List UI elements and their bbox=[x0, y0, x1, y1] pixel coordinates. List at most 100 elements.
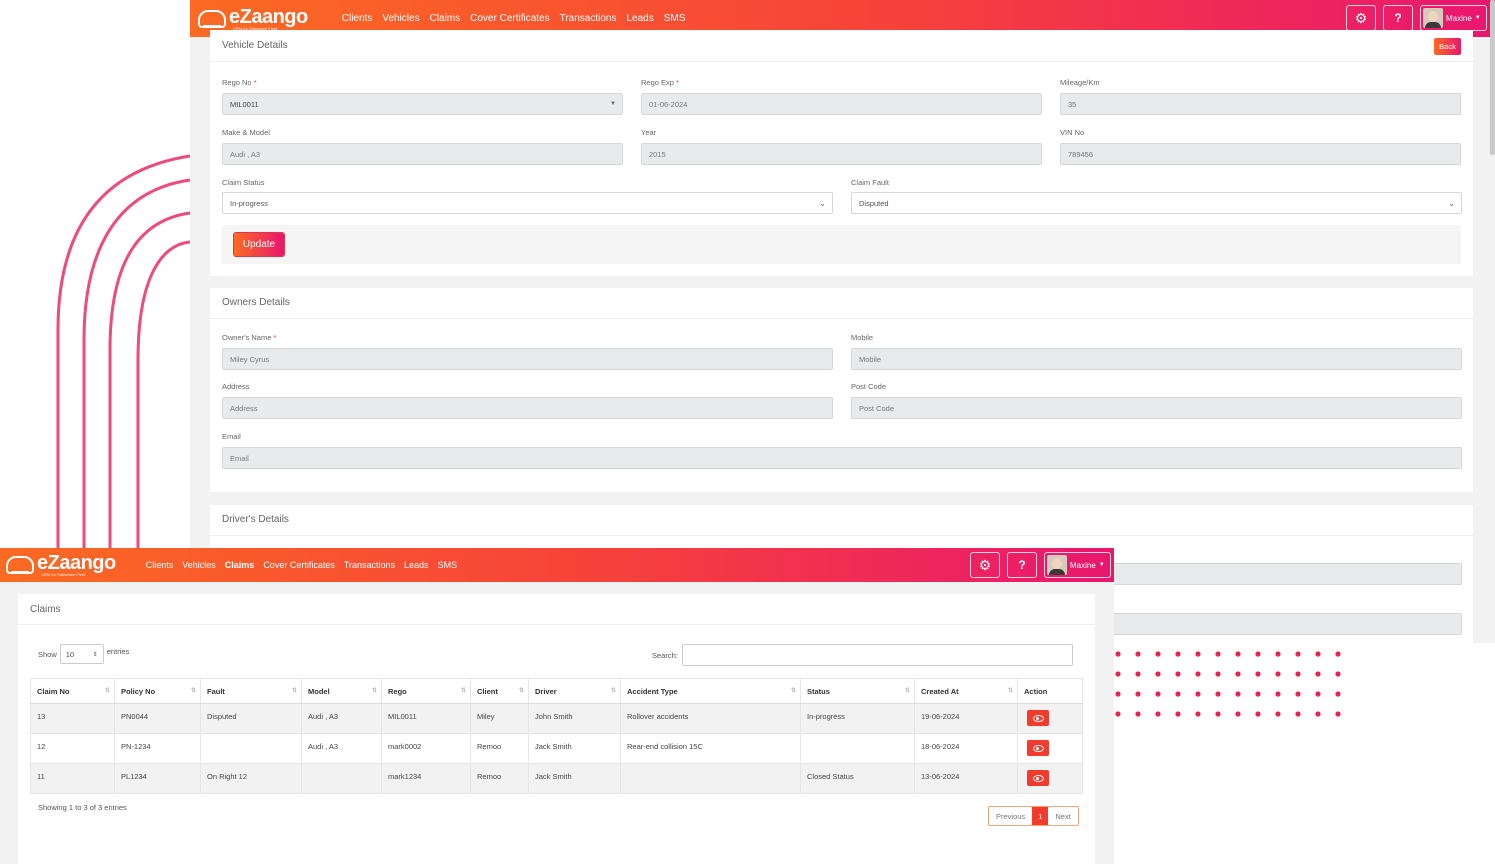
decorative-dot bbox=[1175, 711, 1181, 717]
main-nav: Clients Vehicles Claims Cover Certificat… bbox=[342, 13, 686, 24]
col-client[interactable]: Client ⇅ bbox=[470, 678, 529, 704]
update-button[interactable]: Update bbox=[234, 233, 284, 256]
owners-details-card: Owners Details Owner's Name * Miley Cyru… bbox=[210, 288, 1473, 492]
year-field[interactable]: 2015 bbox=[641, 143, 1042, 165]
pagination-previous[interactable]: Previous bbox=[989, 807, 1033, 825]
decorative-dot bbox=[1315, 651, 1321, 657]
nav-leads[interactable]: Leads bbox=[404, 560, 429, 570]
col-model[interactable]: Model ⇅ bbox=[301, 678, 382, 704]
decorative-dot bbox=[1315, 671, 1321, 677]
decorative-dot bbox=[1175, 671, 1181, 677]
nav-clients[interactable]: Clients bbox=[146, 560, 174, 570]
back-button[interactable]: Back bbox=[1434, 38, 1461, 55]
table-info: Showing 1 to 3 of 3 entries bbox=[38, 803, 127, 812]
brand-logo[interactable]: eZaango CRM for Rideshare Fleet bbox=[6, 553, 116, 577]
claim-status-select[interactable]: In-progress ⌄ bbox=[222, 192, 833, 214]
col-claim-no[interactable]: Claim No ⇅ bbox=[30, 678, 115, 704]
decorative-dot bbox=[1215, 671, 1221, 677]
decorative-dot bbox=[1275, 691, 1281, 697]
pagination-next[interactable]: Next bbox=[1048, 807, 1078, 825]
view-claim-button[interactable] bbox=[1027, 710, 1049, 726]
user-menu[interactable]: Maxine ▼ bbox=[1044, 552, 1111, 578]
pagination-page-1[interactable]: 1 bbox=[1032, 807, 1049, 825]
car-logo-icon bbox=[6, 556, 34, 574]
vin-field[interactable]: 789456 bbox=[1060, 143, 1461, 165]
nav-claims[interactable]: Claims bbox=[430, 13, 461, 24]
make-model-field[interactable]: Audi , A3 bbox=[222, 143, 623, 165]
brand-logo[interactable]: eZaango CRM for Rideshare Fleet bbox=[198, 7, 308, 31]
cell-policy-no: PL1234 bbox=[114, 763, 201, 794]
search-label: Search: bbox=[652, 650, 678, 660]
nav-cover-certificates[interactable]: Cover Certificates bbox=[263, 560, 335, 570]
nav-leads[interactable]: Leads bbox=[626, 13, 653, 24]
col-fault[interactable]: Fault ⇅ bbox=[200, 678, 302, 704]
decorative-dot bbox=[1215, 651, 1221, 657]
owner-name-field[interactable]: Miley Cyrus bbox=[222, 348, 833, 370]
col-policy-no[interactable]: Policy No ⇅ bbox=[114, 678, 201, 704]
eye-icon bbox=[1032, 714, 1044, 722]
cell-fault bbox=[200, 733, 302, 764]
rego-no-select[interactable]: MIL0011 ▼ bbox=[222, 93, 623, 115]
decorative-dot bbox=[1315, 691, 1321, 697]
cell-rego: MIL0011 bbox=[381, 703, 471, 734]
vehicle-details-title: Vehicle Details bbox=[222, 40, 288, 51]
decorative-dot bbox=[1195, 691, 1201, 697]
cell-client: Remoo bbox=[470, 733, 529, 764]
decorative-dot bbox=[1335, 691, 1341, 697]
page-size-select[interactable]: 10 ⇕ bbox=[59, 644, 104, 664]
cell-client: Remoo bbox=[470, 763, 529, 794]
cell-model: Audi , A3 bbox=[301, 703, 382, 734]
help-button[interactable]: ? bbox=[1007, 552, 1037, 578]
rego-exp-field[interactable]: 01-06-2024 bbox=[641, 93, 1042, 115]
nav-sms[interactable]: SMS bbox=[438, 560, 458, 570]
claim-fault-label: Claim Fault bbox=[851, 178, 889, 187]
email-field[interactable]: Email bbox=[222, 447, 1462, 469]
cell-policy-no: PN0044 bbox=[114, 703, 201, 734]
col-rego[interactable]: Rego ⇅ bbox=[381, 678, 471, 704]
scrollbar[interactable] bbox=[1490, 0, 1495, 155]
mileage-field[interactable]: 35 bbox=[1060, 93, 1461, 115]
col-created-at[interactable]: Created At ⇅ bbox=[914, 678, 1018, 704]
vehicle-details-card: Vehicle Details Back Rego No * MIL0011 ▼ … bbox=[210, 30, 1473, 276]
nav-sms[interactable]: SMS bbox=[664, 13, 686, 24]
nav-vehicles[interactable]: Vehicles bbox=[182, 560, 216, 570]
owners-details-title: Owners Details bbox=[222, 297, 290, 308]
table-row: 13 PN0044 Disputed Audi , A3 MIL0011 Mil… bbox=[30, 703, 1083, 734]
nav-claims[interactable]: Claims bbox=[225, 560, 255, 570]
cell-driver: John Smith bbox=[528, 703, 621, 734]
nav-clients[interactable]: Clients bbox=[342, 13, 373, 24]
chevron-down-icon: ▼ bbox=[1098, 562, 1105, 568]
decorative-dot bbox=[1135, 651, 1141, 657]
mobile-field[interactable]: Mobile bbox=[851, 348, 1462, 370]
help-icon: ? bbox=[1394, 11, 1402, 25]
nav-transactions[interactable]: Transactions bbox=[344, 560, 395, 570]
user-menu[interactable]: Maxine ▼ bbox=[1420, 5, 1487, 31]
decorative-dot bbox=[1155, 711, 1161, 717]
address-field[interactable]: Address bbox=[222, 397, 833, 419]
search-input[interactable] bbox=[681, 644, 1073, 666]
claim-fault-select[interactable]: Disputed ⌄ bbox=[851, 192, 1462, 214]
nav-cover-certificates[interactable]: Cover Certificates bbox=[470, 13, 549, 24]
settings-button[interactable]: ⚙ bbox=[970, 552, 1000, 578]
chevron-down-icon: ▼ bbox=[1474, 15, 1481, 21]
decorative-dot bbox=[1275, 651, 1281, 657]
decorative-dot bbox=[1255, 651, 1261, 657]
postcode-field[interactable]: Post Code bbox=[851, 397, 1462, 419]
cell-status: In-progress bbox=[800, 703, 915, 734]
brand-tagline: CRM for Rideshare Fleet bbox=[41, 572, 86, 577]
table-row: 11 PL1234 On Right 12 mark1234 Remoo Jac… bbox=[30, 763, 1083, 794]
nav-transactions[interactable]: Transactions bbox=[560, 13, 617, 24]
chevron-down-icon: ⌄ bbox=[1448, 199, 1455, 208]
col-accident-type[interactable]: Accident Type ⇅ bbox=[620, 678, 801, 704]
view-claim-button[interactable] bbox=[1027, 740, 1049, 756]
settings-button[interactable]: ⚙ bbox=[1346, 5, 1376, 31]
email-label: Email bbox=[222, 432, 241, 441]
vin-label: VIN No bbox=[1060, 128, 1085, 137]
nav-vehicles[interactable]: Vehicles bbox=[382, 13, 419, 24]
decorative-dot bbox=[1155, 691, 1161, 697]
col-driver[interactable]: Driver ⇅ bbox=[528, 678, 621, 704]
user-name: Maxine bbox=[1070, 560, 1096, 570]
help-button[interactable]: ? bbox=[1383, 5, 1413, 31]
col-status[interactable]: Status ⇅ bbox=[800, 678, 915, 704]
view-claim-button[interactable] bbox=[1027, 770, 1049, 786]
